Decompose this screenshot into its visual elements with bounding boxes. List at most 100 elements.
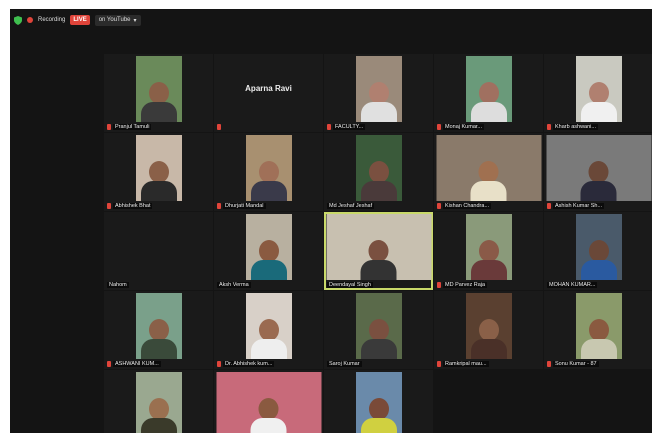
participant-figure [360,240,397,280]
zoom-gallery-frame: Recording LIVE on YouTube ▾ Pranjul Tamu… [10,9,652,433]
participant-figure [250,161,287,201]
participant-tile[interactable]: Nahom [104,212,213,290]
participant-name: Abhishek Bhat [113,203,153,209]
participant-tile[interactable]: ASHWANI KUM... [104,291,213,369]
participant-head [588,82,609,104]
participant-name: Ashish Kumar Sh... [553,203,605,209]
participant-body [580,181,617,201]
mic-muted-icon [547,203,551,209]
participant-head [258,240,279,262]
participant-tile[interactable]: Monaj Kumar... [434,54,543,132]
participant-head [478,161,499,183]
participant-video [135,293,182,359]
participant-tile[interactable]: Saroj Kumar [324,291,433,369]
participant-head [478,319,499,341]
participant-body [470,260,507,280]
participant-name: ASHWANI KUM... [113,361,161,367]
participant-tile[interactable]: MOHAN KUMAR... [544,212,652,290]
mic-muted-icon [217,203,221,209]
participant-video [216,372,321,433]
participant-head [258,319,279,341]
participant-tile[interactable]: Dhurjati Mandal [214,133,323,211]
participant-center-name: Aparna Ravi [245,84,292,93]
participant-tile[interactable]: Kharb ashwani... [544,54,652,132]
participant-name-bar: Kishan Chandra... [437,203,492,209]
participant-tile[interactable]: FACULTY... [324,54,433,132]
participant-tile[interactable] [324,370,433,433]
participant-body [250,339,287,359]
participant-video [245,214,292,280]
participant-head [368,240,389,262]
participant-head [148,398,169,420]
participant-figure [470,82,507,122]
participant-video [135,372,182,433]
participant-grid: Pranjul Tamuli Aparna Ravi FACULTY... Monaj… [104,54,652,433]
participant-name: MD Parvez Raja [443,282,488,288]
mic-muted-icon [107,124,111,130]
participant-name-bar: Kharb ashwani... [547,124,598,130]
participant-name-bar: ASHWANI KUM... [107,361,161,367]
mic-muted-icon [217,124,221,130]
participant-name-bar: Sonu Kumar - 87 [547,361,599,367]
recording-label: Recording [38,17,66,23]
participant-body [140,181,177,201]
participant-figure [360,82,397,122]
participant-body [360,339,397,359]
participant-name-bar: Dhurjati Mandal [217,203,266,209]
participant-figure [580,240,617,280]
participant-head [588,319,609,341]
participant-body [580,102,617,122]
mic-muted-icon [327,124,331,130]
shield-icon[interactable] [14,15,22,25]
participant-head [148,161,169,183]
participant-name-bar: MOHAN KUMAR... [547,282,598,288]
participant-name: MOHAN KUMAR... [547,282,598,288]
participant-video [436,135,541,201]
participant-head [368,82,389,104]
participant-video [465,214,512,280]
participant-video [135,56,182,122]
participant-name-bar: Monaj Kumar... [437,124,484,130]
participant-video [245,293,292,359]
participant-name-bar: MD Parvez Raja [437,282,488,288]
participant-tile[interactable]: Aksh Verma [214,212,323,290]
participant-body [360,260,397,280]
participant-figure [250,398,287,433]
participant-name: Saroj Kumar [327,361,362,367]
live-badge[interactable]: LIVE [70,15,90,25]
participant-head [368,161,389,183]
participant-tile[interactable]: Deendayal Singh [324,212,433,290]
participant-tile[interactable]: MD Parvez Raja [434,212,543,290]
youtube-stream-button[interactable]: on YouTube ▾ [94,14,141,26]
participant-name: Kharb ashwani... [553,124,598,130]
participant-video [355,135,402,201]
participant-tile[interactable] [104,370,213,433]
participant-name-bar: Md Jeshaf Jeshaf [327,203,375,209]
stream-label: on YouTube [98,17,131,23]
participant-tile[interactable]: Sonu Kumar - 87 [544,291,652,369]
participant-head [478,240,499,262]
participant-figure [250,240,287,280]
participant-tile[interactable]: Dr. Abhishek kum... [214,291,323,369]
participant-tile[interactable]: Kishan Chandra... [434,133,543,211]
participant-tile[interactable]: Abhishek Bhat [104,133,213,211]
participant-video [355,293,402,359]
participant-tile[interactable]: Pranjul Tamuli [104,54,213,132]
participant-tile[interactable]: Ashish Kumar Sh... [544,133,652,211]
participant-tile[interactable]: Aparna Ravi [214,54,323,132]
participant-name-bar: Nahom [107,282,129,288]
participant-figure [360,398,397,433]
meeting-topbar: Recording LIVE on YouTube ▾ [10,9,652,31]
participant-head [368,398,389,420]
participant-tile[interactable] [214,370,323,433]
participant-head [478,82,499,104]
participant-name: Aksh Verma [217,282,251,288]
participant-figure [470,240,507,280]
participant-body [250,418,287,433]
participant-tile[interactable]: Ramkripal mau... [434,291,543,369]
participant-figure [140,398,177,433]
participant-name: Ramkripal mau... [443,361,489,367]
participant-tile[interactable]: Md Jeshaf Jeshaf [324,133,433,211]
participant-name-bar: Pranjul Tamuli [107,124,152,130]
participant-head [148,319,169,341]
